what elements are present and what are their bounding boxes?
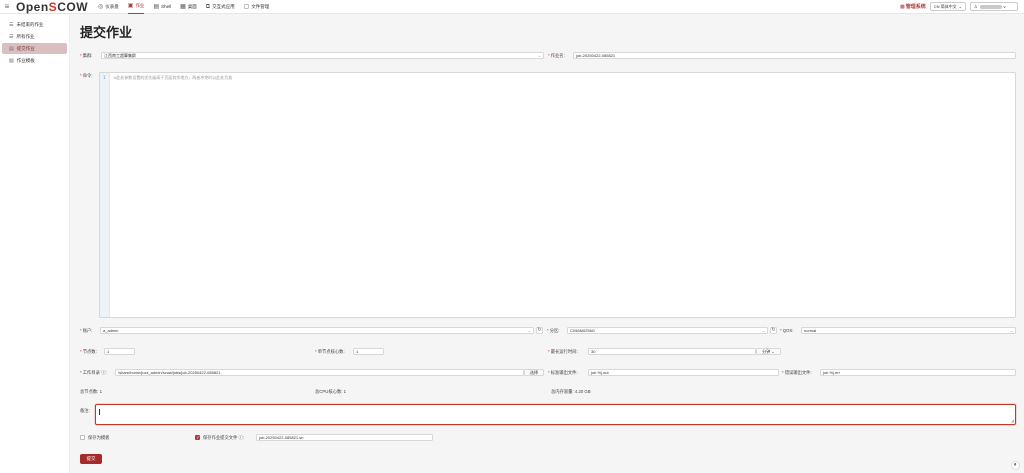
submit-button[interactable]: 提交 xyxy=(80,454,102,464)
command-editor[interactable]: 1 #此处参数设置的优先级高于页面其余地方，两者冲突时以此处为准 xyxy=(99,72,1016,318)
stdout-input[interactable]: job.%j.out xyxy=(588,369,779,376)
sidebar-item-job-templates[interactable]: ▧ 作业模板 xyxy=(2,55,67,66)
cores-input[interactable]: 1 xyxy=(353,348,384,355)
page-title: 提交作业 xyxy=(80,25,133,40)
time-unit-select[interactable]: 分钟 ⌄ xyxy=(756,348,781,355)
user-menu[interactable]: ♙ v xyxy=(970,2,1018,11)
account-select[interactable]: a_admin ⌄ xyxy=(100,327,534,334)
job-name-label: *作业名: xyxy=(548,53,565,58)
job-icon: ▣ xyxy=(127,3,134,9)
qos-label: *QOS: xyxy=(780,328,794,333)
nav-file-manager[interactable]: ▢ 文件管理 xyxy=(244,0,270,14)
template-icon: ▧ xyxy=(9,57,14,64)
logo[interactable]: OpenSCOW xyxy=(16,0,88,14)
partition-refresh-button[interactable]: ↻ xyxy=(770,327,777,334)
account-label: *账户: xyxy=(80,328,93,333)
chevron-down-icon: ⌄ xyxy=(761,328,765,333)
qos-select[interactable]: normal ⌄ xyxy=(801,327,1016,334)
top-bar: ≡ OpenSCOW ◎ 仪表盘 ▣ 作业 ▤ Shell ▦ 桌面 ⧉ 交互式应用 ▢ 文… xyxy=(0,0,1024,14)
app-icon: ⧉ xyxy=(205,3,211,10)
command-placeholder: #此处参数设置的优先级高于页面其余地方，两者冲突时以此处为准 xyxy=(114,75,233,80)
remark-label: 备注: xyxy=(80,408,90,413)
chevron-down-icon: ⌄ xyxy=(771,349,775,354)
theme-toggle-icon[interactable]: ◐ xyxy=(1011,461,1020,470)
top-nav: ◎ 仪表盘 ▣ 作业 ▤ Shell ▦ 桌面 ⧉ 交互式应用 ▢ 文件管理 xyxy=(98,0,278,14)
nav-job[interactable]: ▣ 作业 xyxy=(127,0,145,14)
workdir-input[interactable]: /share/home/juzz_admin/scow/jobs/job-202… xyxy=(115,369,524,376)
nav-desktop[interactable]: ▦ 桌面 xyxy=(180,0,197,14)
chevron-down-icon: ⌄ xyxy=(537,53,541,58)
workdir-select-button[interactable]: 选择 xyxy=(524,369,544,376)
cluster-select[interactable]: 江西南工超算集群 ⌄ xyxy=(101,52,544,59)
sidebar-item-all-jobs[interactable]: ☰ 所有作业 xyxy=(2,31,67,42)
cluster-label: *集群: xyxy=(80,53,93,58)
total-cpu-cores: 总CPU核心数: 1 xyxy=(315,389,347,394)
menu-icon[interactable]: ≡ xyxy=(0,2,14,11)
nodes-label: *节点数: xyxy=(80,349,97,354)
max-time-input[interactable]: 30 xyxy=(588,348,756,355)
resize-handle-icon[interactable]: ◢ xyxy=(1011,418,1014,423)
chevron-down-icon: ⌄ xyxy=(1009,328,1013,333)
header-right: ▩ 管理系统 CN 简体中文 ⌄ ♙ v xyxy=(900,2,1018,11)
total-memory: 总内存容量: 4.20 GB xyxy=(551,389,591,394)
chevron-down-icon: ⌄ xyxy=(958,4,962,9)
language-select[interactable]: CN 简体中文 ⌄ xyxy=(929,2,966,11)
list-icon: ☰ xyxy=(9,33,14,40)
list-icon: ☰ xyxy=(9,21,14,28)
save-script-checkbox[interactable] xyxy=(195,435,200,441)
nav-interactive-apps[interactable]: ⧉ 交互式应用 xyxy=(206,0,235,14)
save-script-filename-input[interactable]: job-20250422-085821.sh xyxy=(256,434,433,441)
stderr-label: *错误输出文件: xyxy=(782,370,812,375)
desktop-icon: ▦ xyxy=(180,3,186,10)
workdir-label: *工作目录 ⓘ: xyxy=(80,370,107,375)
partition-select[interactable]: C056M0256G ⌄ xyxy=(567,327,768,334)
save-template-checkbox[interactable] xyxy=(80,435,85,440)
command-label: *命令: xyxy=(80,73,93,78)
cores-label: *单节点核心数: xyxy=(315,349,345,354)
dashboard-icon: ◎ xyxy=(98,3,104,10)
total-nodes: 总节点数: 1 xyxy=(80,389,102,394)
management-icon: ▩ xyxy=(900,3,905,10)
save-template-label: 保存为模板 xyxy=(88,435,110,440)
stderr-input[interactable]: job.%j.err xyxy=(820,369,1016,376)
submit-icon: ▤ xyxy=(9,45,14,52)
sidebar-item-submit-job[interactable]: ▤ 提交作业 xyxy=(2,43,67,54)
max-time-label: *最长运行时间: xyxy=(548,349,578,354)
nav-dashboard[interactable]: ◎ 仪表盘 xyxy=(98,0,119,14)
user-icon: ♙ xyxy=(974,4,978,9)
management-link[interactable]: ▩ 管理系统 xyxy=(900,3,926,11)
text-caret xyxy=(99,409,100,415)
nav-shell[interactable]: ▤ Shell xyxy=(153,0,171,14)
sidebar-item-unfinished-jobs[interactable]: ☰ 未结束的作业 xyxy=(2,19,67,30)
stdout-label: *标准输出文件: xyxy=(548,370,578,375)
account-refresh-button[interactable]: ↻ xyxy=(536,327,543,334)
username xyxy=(979,4,1002,9)
line-number-gutter: 1 xyxy=(100,73,110,317)
terminal-icon: ▤ xyxy=(153,3,160,10)
partition-label: *分区: xyxy=(547,328,560,333)
file-icon: ▢ xyxy=(243,3,250,10)
chevron-down-icon: ⌄ xyxy=(527,328,531,333)
save-script-label: 保存作业提交文件 ⓘ: xyxy=(203,435,245,440)
job-name-input[interactable]: job-20250422-085821 xyxy=(573,52,1016,59)
main-content: 提交作业 *集群: 江西南工超算集群 ⌄ *作业名: job-20250422-0… xyxy=(70,14,1024,473)
nodes-input[interactable]: 1 xyxy=(104,348,135,355)
sidebar: ☰ 未结束的作业 ☰ 所有作业 ▤ 提交作业 ▧ 作业模板 xyxy=(0,14,70,473)
remark-textarea[interactable]: ◢ xyxy=(95,404,1016,425)
